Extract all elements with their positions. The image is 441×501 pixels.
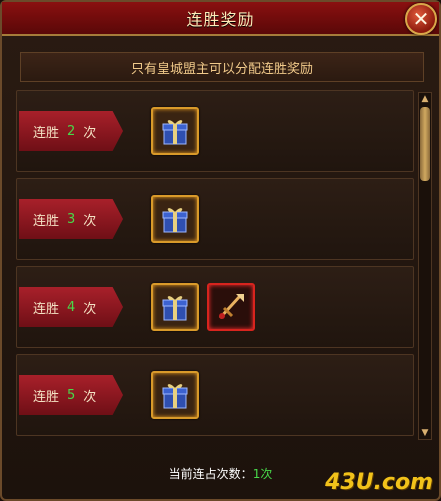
streak-suffix: 次 [83, 213, 97, 229]
streak-count: 4 [67, 299, 76, 315]
streak-suffix: 次 [83, 301, 97, 317]
streak-prefix: 连胜 [33, 213, 60, 229]
reward-row: 连胜 2 次 [16, 90, 414, 172]
title-bar: 连胜奖励 [2, 2, 439, 36]
notice-text: 只有皇城盟主可以分配连胜奖励 [130, 61, 313, 77]
reward-slot[interactable] [151, 283, 199, 331]
watermark-logo: 43U.com [325, 470, 433, 495]
streak-suffix: 次 [83, 125, 97, 141]
current-streak-label: 当前连占次数： [168, 466, 253, 481]
window-title: 连胜奖励 [186, 10, 255, 29]
streak-ribbon: 连胜 3 次 [19, 199, 123, 239]
close-icon: ✕ [412, 7, 430, 31]
reward-slot[interactable] [207, 283, 255, 331]
gift-box-icon [162, 384, 188, 409]
reward-list: 连胜 2 次 连胜 3 次 连胜 4 次 连胜 5 次 [16, 90, 416, 438]
scroll-thumb[interactable] [420, 107, 430, 181]
current-streak-value: 1次 [252, 466, 273, 481]
reward-slot[interactable] [151, 107, 199, 155]
streak-prefix: 连胜 [33, 389, 60, 405]
streak-count: 2 [67, 123, 76, 139]
reward-row: 连胜 4 次 [16, 266, 414, 348]
gift-box-icon [162, 296, 188, 321]
streak-ribbon: 连胜 2 次 [19, 111, 123, 151]
reward-row: 连胜 3 次 [16, 178, 414, 260]
streak-ribbon: 连胜 4 次 [19, 287, 123, 327]
close-button[interactable]: ✕ [405, 3, 437, 35]
scroll-down-icon[interactable]: ▼ [420, 428, 430, 438]
reward-slot[interactable] [151, 371, 199, 419]
streak-count: 3 [67, 211, 76, 227]
weapon-icon [218, 294, 244, 320]
streak-count: 5 [67, 387, 76, 403]
gift-box-icon [162, 120, 188, 145]
reward-slot[interactable] [151, 195, 199, 243]
list-scrollbar[interactable]: ▲ ▼ [418, 92, 432, 440]
gift-box-icon [162, 208, 188, 233]
reward-window: 连胜奖励 ✕ 只有皇城盟主可以分配连胜奖励 连胜 2 次 连胜 3 次 连胜 4… [0, 0, 441, 501]
notice-banner: 只有皇城盟主可以分配连胜奖励 [20, 52, 424, 82]
streak-ribbon: 连胜 5 次 [19, 375, 123, 415]
scroll-up-icon[interactable]: ▲ [420, 94, 430, 104]
streak-prefix: 连胜 [33, 301, 60, 317]
streak-suffix: 次 [83, 389, 97, 405]
streak-prefix: 连胜 [33, 125, 60, 141]
reward-row: 连胜 5 次 [16, 354, 414, 436]
